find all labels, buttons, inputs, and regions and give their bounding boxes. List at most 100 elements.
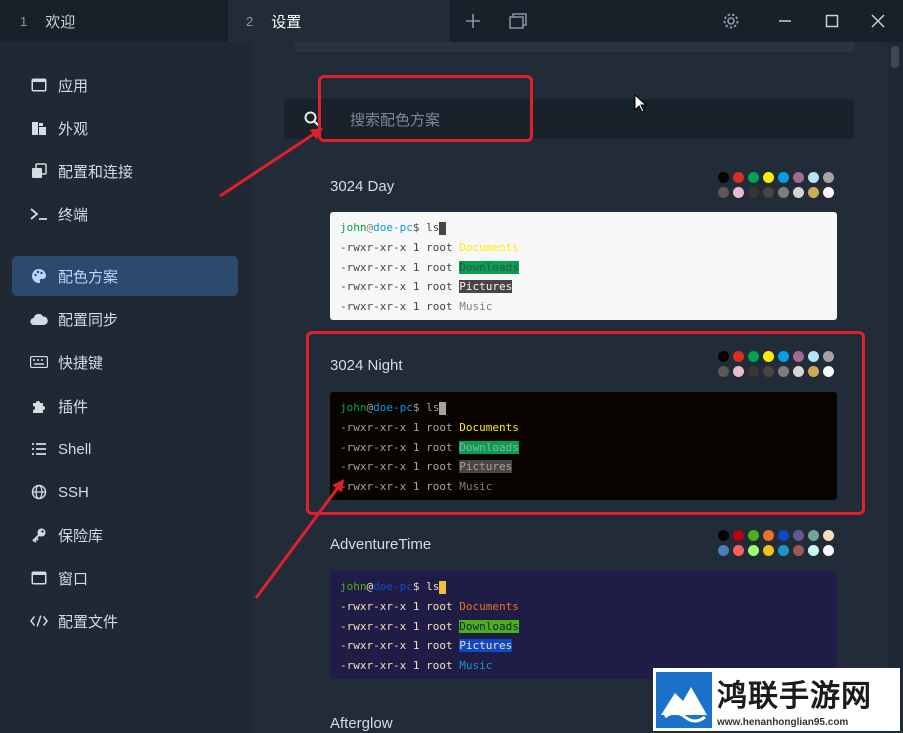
sidebar-item-label: 外观: [58, 120, 89, 138]
terminal-permissions: -rwxr-xr-x 1 root: [340, 260, 460, 274]
palette-swatch: [748, 545, 759, 556]
sidebar-item-label: 配置和连接: [58, 163, 134, 181]
sidebar-item-color-scheme[interactable]: 配色方案: [12, 256, 238, 296]
watermark-brand: 鸿联手游网: [717, 679, 872, 714]
sidebar-item-sync[interactable]: 配置同步: [12, 299, 238, 339]
palette-swatch: [778, 530, 789, 541]
palette-swatch: [718, 530, 729, 541]
palette-swatch: [793, 172, 804, 183]
sidebar-item-label: SSH: [58, 483, 89, 501]
terminal-preview[interactable]: john@doe-pc$ ls -rwxr-xr-x 1 root Documen…: [330, 571, 837, 679]
terminal-permissions: -rwxr-xr-x 1 root: [340, 240, 460, 254]
sidebar-item-label: 配置文件: [58, 613, 119, 631]
profiles-icon: [30, 162, 48, 180]
top-strip: [295, 42, 855, 52]
terminal-line: -rwxr-xr-x 1 root Documents: [340, 597, 837, 617]
minimize-icon[interactable]: [773, 9, 797, 33]
terminal-cursor: [439, 580, 447, 594]
scheme-palette: [718, 172, 838, 202]
palette-swatch: [778, 545, 789, 556]
sidebar-item-app[interactable]: 应用: [12, 65, 238, 105]
sidebar-item-label: 终端: [58, 206, 89, 224]
sidebar-item-ssh[interactable]: SSH: [12, 472, 238, 512]
terminal-permissions: -rwxr-xr-x 1 root: [340, 659, 460, 673]
palette-swatch: [778, 172, 789, 183]
gear-icon[interactable]: [719, 9, 743, 33]
tab-label: 欢迎: [45, 13, 76, 31]
cloud-icon: [30, 310, 48, 328]
palette-swatch: [763, 545, 774, 556]
palette-swatch: [808, 530, 819, 541]
terminal-dir-name: Pictures: [459, 639, 513, 653]
palette-swatch: [733, 172, 744, 183]
palette-swatch: [793, 187, 804, 198]
copy-window-icon[interactable]: [506, 9, 530, 33]
terminal-permissions: -rwxr-xr-x 1 root: [340, 639, 460, 653]
tab-number: 1: [20, 13, 28, 29]
terminal-line: -rwxr-xr-x 1 root Pictures: [340, 277, 837, 297]
palette-swatch: [808, 172, 819, 183]
palette-swatch: [808, 187, 819, 198]
sidebar-item-label: 配置同步: [58, 311, 119, 329]
palette-swatch: [733, 187, 744, 198]
annotation-box-scheme: [306, 331, 865, 515]
terminal-line: -rwxr-xr-x 1 root Downloads: [340, 258, 837, 278]
mouse-pointer-icon: [634, 94, 648, 113]
plus-icon[interactable]: [461, 9, 485, 33]
palette-swatch: [733, 530, 744, 541]
terminal-line: john@doe-pc$ ls: [340, 577, 837, 597]
sidebar-item-label: 快捷键: [58, 354, 104, 372]
terminal-host: doe-pc: [373, 221, 413, 234]
terminal-dir-name: Documents: [459, 240, 519, 254]
terminal-user: john: [340, 221, 367, 234]
list-icon: [30, 440, 48, 458]
sidebar-item-label: Shell: [58, 440, 92, 458]
sidebar-item-hotkeys[interactable]: 快捷键: [12, 342, 238, 382]
terminal-dir-name: Downloads: [459, 260, 519, 274]
palette-swatch: [748, 530, 759, 541]
terminal-user: john: [340, 580, 367, 593]
maximize-icon[interactable]: [820, 9, 844, 33]
terminal-dir-name: Pictures: [459, 280, 513, 294]
keyboard-icon: [30, 353, 48, 371]
tab-welcome[interactable]: 1 欢迎: [0, 0, 228, 42]
palette-swatch: [718, 187, 729, 198]
palette-swatch: [793, 545, 804, 556]
terminal-permissions: -rwxr-xr-x 1 root: [340, 300, 460, 314]
tab-number: 2: [246, 13, 254, 29]
terminal-command: ls: [426, 221, 440, 234]
palette-swatch: [778, 187, 789, 198]
palette-swatch: [793, 530, 804, 541]
terminal-prompt: $: [412, 580, 427, 593]
sidebar-item-profiles[interactable]: 配置和连接: [12, 151, 238, 191]
scrollbar[interactable]: [887, 42, 903, 733]
terminal-dir-name: Music: [459, 300, 493, 314]
palette-swatch: [823, 172, 834, 183]
terminal-preview[interactable]: john@doe-pc$ ls -rwxr-xr-x 1 root Documen…: [330, 212, 837, 320]
sidebar-item-terminal[interactable]: 终端: [12, 194, 238, 234]
close-icon[interactable]: [866, 9, 890, 33]
puzzle-icon: [30, 397, 48, 415]
terminal-line: -rwxr-xr-x 1 root Music: [340, 297, 837, 317]
sidebar-item-config-file[interactable]: 配置文件: [12, 601, 238, 641]
sidebar-item-shell[interactable]: Shell: [12, 429, 238, 469]
sidebar-item-appearance[interactable]: 外观: [12, 108, 238, 148]
watermark-url: www.henanhonglian95.com: [717, 717, 849, 728]
palette-swatch: [733, 545, 744, 556]
sidebar-item-label: 插件: [58, 398, 89, 416]
key-icon: [30, 526, 48, 544]
tab-settings[interactable]: 2 设置: [228, 0, 450, 42]
terminal-permissions: -rwxr-xr-x 1 root: [340, 599, 460, 613]
scheme-title: AdventureTime: [330, 536, 432, 553]
sidebar-item-plugins[interactable]: 插件: [12, 386, 238, 426]
sidebar-item-label: 应用: [58, 77, 89, 95]
scroll-thumb[interactable]: [891, 46, 899, 68]
tab-bar: 1 欢迎 2 设置: [0, 0, 903, 42]
sidebar-item-vault[interactable]: 保险库: [12, 515, 238, 555]
sidebar-item-window[interactable]: 窗口: [12, 558, 238, 598]
terminal-line: -rwxr-xr-x 1 root Downloads: [340, 617, 837, 637]
palette-swatch: [808, 545, 819, 556]
terminal-permissions: -rwxr-xr-x 1 root: [340, 619, 460, 633]
appearance-icon: [30, 119, 48, 137]
scheme-palette: [718, 530, 838, 560]
